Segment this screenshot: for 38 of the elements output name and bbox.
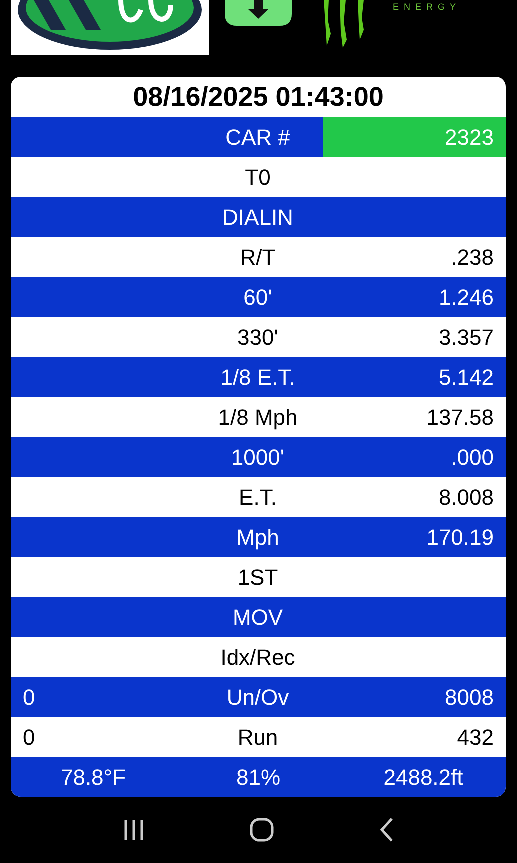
row-label: Mph	[236, 524, 280, 552]
download-icon[interactable]	[225, 0, 292, 26]
row-label: Un/Ov	[226, 684, 290, 712]
highlighted-value-cell: 2323	[323, 117, 506, 157]
weather-value: 78.8°F	[60, 764, 126, 792]
back-icon[interactable]	[380, 818, 394, 842]
row-label: 1/8 Mph	[218, 404, 298, 432]
timeslip-title: 08/16/2025 01:43:00	[132, 80, 385, 114]
logo-text: ENERGY	[393, 3, 462, 12]
row-value: 137.58	[426, 404, 494, 432]
row-value: 1.246	[438, 284, 494, 312]
row-label: 1000'	[231, 444, 285, 472]
row-label: T0	[245, 164, 271, 192]
left-value: 0	[23, 724, 36, 752]
row-label: DIALIN	[222, 204, 294, 232]
row-label: 1/8 E.T.	[220, 364, 296, 392]
row-value: .238	[451, 244, 494, 272]
row-value: 432	[457, 724, 494, 752]
row-value: 170.19	[426, 524, 494, 552]
row-value: 5.142	[438, 364, 494, 392]
row-label: Run	[238, 724, 278, 752]
row-value: 8008	[445, 684, 494, 712]
row-value: 3.357	[438, 324, 494, 352]
row-label: 330'	[238, 324, 278, 352]
weather-value: 81%	[236, 764, 281, 792]
row-label: Idx/Rec	[220, 644, 296, 672]
row-label: R/T	[240, 244, 276, 272]
row-value: .000	[451, 444, 494, 472]
home-icon[interactable]	[250, 818, 274, 842]
left-value: 0	[23, 684, 36, 712]
row-label: 1ST	[238, 564, 278, 592]
row-label: MOV	[232, 604, 284, 632]
recent-apps-icon[interactable]	[122, 820, 145, 840]
row-label: 60'	[244, 284, 272, 312]
row-label: E.T.	[239, 484, 277, 512]
row-label: CAR #	[226, 124, 290, 152]
weather-value: 2488.2ft	[384, 764, 464, 792]
row-value: 8.008	[438, 484, 494, 512]
